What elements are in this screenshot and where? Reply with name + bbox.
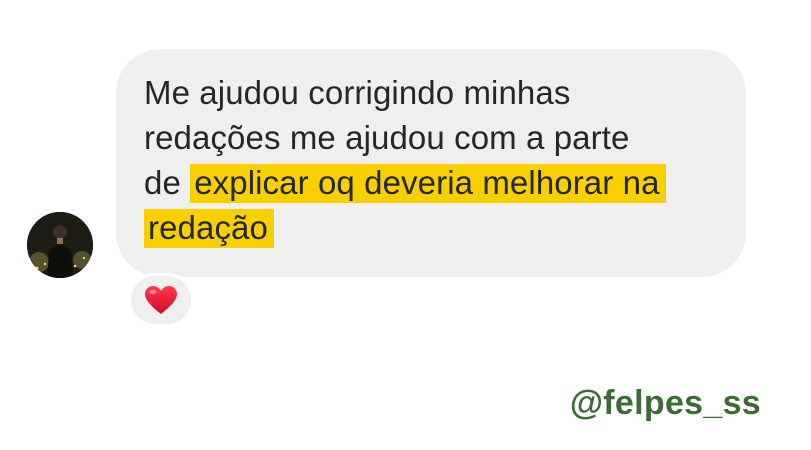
- message-line-3: de explicar oq deveria melhorar na: [144, 163, 666, 203]
- message-line-4: redação: [144, 208, 274, 248]
- highlighted-text: redação: [144, 209, 274, 248]
- avatar-photo: [27, 212, 93, 278]
- highlighted-text: explicar oq deveria melhorar na: [190, 164, 666, 203]
- username-handle: @felpes_ss: [569, 384, 761, 422]
- message-line-1: Me ajudou corrigindo minhas: [144, 74, 571, 111]
- chat-message-row: Me ajudou corrigindo minhas redações me …: [0, 0, 811, 450]
- message-line-2: redações me ajudou com a parte: [144, 119, 630, 156]
- reaction-badge[interactable]: [128, 273, 194, 327]
- heart-icon: [145, 286, 177, 314]
- message-line-3-prefix: de: [144, 164, 191, 201]
- avatar[interactable]: [27, 212, 93, 278]
